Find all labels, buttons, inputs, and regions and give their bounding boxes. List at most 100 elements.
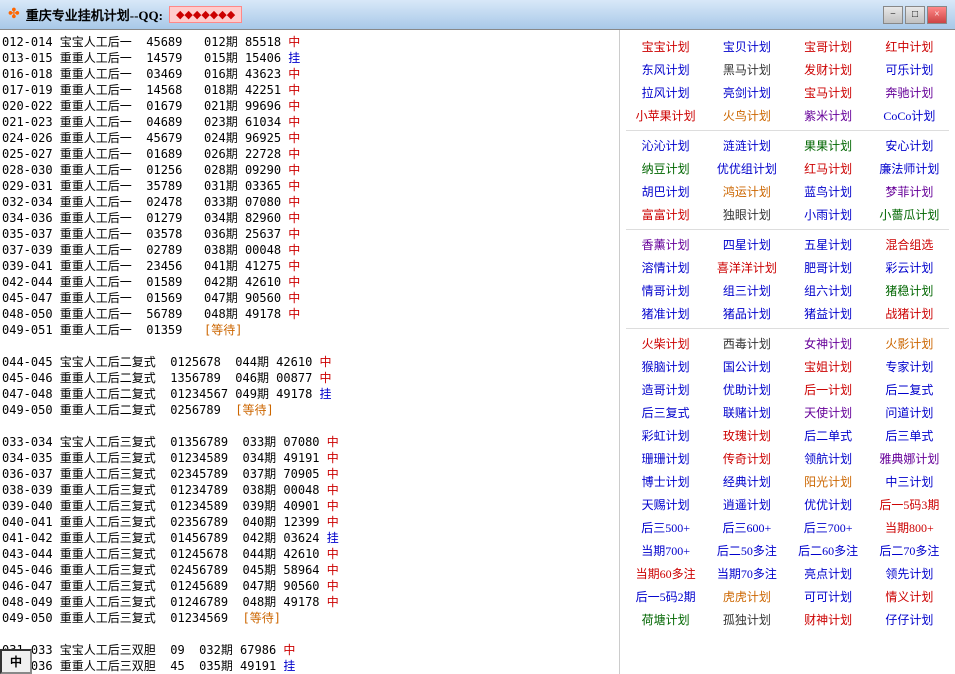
plan-item[interactable]: 联赌计划 [707, 402, 786, 423]
plan-item[interactable]: 天赐计划 [626, 494, 705, 515]
plan-item[interactable]: 后三700+ [789, 517, 868, 538]
plan-item[interactable]: 火鸟计划 [707, 105, 786, 126]
plan-item[interactable]: 宝马计划 [789, 82, 868, 103]
plan-item[interactable]: 火影计划 [870, 333, 949, 354]
plan-item[interactable]: 经典计划 [707, 471, 786, 492]
plan-item[interactable]: 蓝鸟计划 [789, 181, 868, 202]
plan-item[interactable]: 纳豆计划 [626, 158, 705, 179]
maximize-button[interactable]: □ [905, 6, 925, 24]
plan-item[interactable]: 中三计划 [870, 471, 949, 492]
plan-item[interactable]: 小苹果计划 [626, 105, 705, 126]
plan-item[interactable]: 女神计划 [789, 333, 868, 354]
plan-item[interactable]: 阳光计划 [789, 471, 868, 492]
plan-item[interactable]: 战猪计划 [870, 303, 949, 324]
plan-item[interactable]: 亮剑计划 [707, 82, 786, 103]
plan-item[interactable]: 国公计划 [707, 356, 786, 377]
plan-item[interactable]: 荷塘计划 [626, 609, 705, 630]
plan-item[interactable]: 孤独计划 [707, 609, 786, 630]
plan-item[interactable]: 后二60多注 [789, 540, 868, 561]
plan-item[interactable]: 富富计划 [626, 204, 705, 225]
plan-item[interactable]: 宝宝计划 [626, 36, 705, 57]
plan-item[interactable]: 四星计划 [707, 234, 786, 255]
plan-item[interactable]: 后三单式 [870, 425, 949, 446]
plan-item[interactable]: 涟涟计划 [707, 135, 786, 156]
plan-item[interactable]: 珊珊计划 [626, 448, 705, 469]
plan-item[interactable]: 猪益计划 [789, 303, 868, 324]
plan-item[interactable]: 专家计划 [870, 356, 949, 377]
plan-item[interactable]: 果果计划 [789, 135, 868, 156]
plan-item[interactable]: 黑马计划 [707, 59, 786, 80]
plan-item[interactable]: 后一计划 [789, 379, 868, 400]
plan-item[interactable]: 天使计划 [789, 402, 868, 423]
plan-item[interactable]: 当期70多注 [707, 563, 786, 584]
plan-item[interactable]: 宝姐计划 [789, 356, 868, 377]
plan-item[interactable]: 独眼计划 [707, 204, 786, 225]
plan-item[interactable]: 猴脑计划 [626, 356, 705, 377]
plan-item[interactable]: 情义计划 [870, 586, 949, 607]
plan-item[interactable]: 当期60多注 [626, 563, 705, 584]
close-button[interactable]: × [927, 6, 947, 24]
plan-item[interactable]: 猪稳计划 [870, 280, 949, 301]
left-panel-inner[interactable]: 012-014 宝宝人工后一 45689 012期 85518 中 013-01… [0, 30, 619, 674]
plan-item[interactable]: 后二50多注 [707, 540, 786, 561]
plan-item[interactable]: 当期800+ [870, 517, 949, 538]
plan-item[interactable]: 优助计划 [707, 379, 786, 400]
plan-item[interactable]: 鸿运计划 [707, 181, 786, 202]
plan-item[interactable]: 后一5码2期 [626, 586, 705, 607]
plan-item[interactable]: CoCo计划 [870, 105, 949, 126]
plan-item[interactable]: 廉法师计划 [870, 158, 949, 179]
plan-item[interactable]: 胡巴计划 [626, 181, 705, 202]
plan-item[interactable]: 宝贝计划 [707, 36, 786, 57]
plan-item[interactable]: 火柴计划 [626, 333, 705, 354]
plan-item[interactable]: 小雨计划 [789, 204, 868, 225]
plan-item[interactable]: 造哥计划 [626, 379, 705, 400]
plan-item[interactable]: 情哥计划 [626, 280, 705, 301]
plan-item[interactable]: 可乐计划 [870, 59, 949, 80]
plan-item[interactable]: 领先计划 [870, 563, 949, 584]
plan-item[interactable]: 优优计划 [789, 494, 868, 515]
plan-item[interactable]: 小薔瓜计划 [870, 204, 949, 225]
plan-item[interactable]: 问道计划 [870, 402, 949, 423]
plan-item[interactable]: 沁沁计划 [626, 135, 705, 156]
plan-item[interactable]: 可可计划 [789, 586, 868, 607]
plan-item[interactable]: 混合组选 [870, 234, 949, 255]
plan-item[interactable]: 后一5码3期 [870, 494, 949, 515]
plan-item[interactable]: 仔仔计划 [870, 609, 949, 630]
plan-item[interactable]: 西毒计划 [707, 333, 786, 354]
plan-item[interactable]: 喜洋洋计划 [707, 257, 786, 278]
plan-item[interactable]: 猪品计划 [707, 303, 786, 324]
plan-item[interactable]: 拉风计划 [626, 82, 705, 103]
plan-item[interactable]: 香薰计划 [626, 234, 705, 255]
plan-item[interactable]: 领航计划 [789, 448, 868, 469]
plan-item[interactable]: 紫米计划 [789, 105, 868, 126]
plan-item[interactable]: 东风计划 [626, 59, 705, 80]
plan-item[interactable]: 后三复式 [626, 402, 705, 423]
plan-item[interactable]: 发财计划 [789, 59, 868, 80]
right-panel[interactable]: 宝宝计划宝贝计划宝哥计划红中计划东风计划黑马计划发财计划可乐计划拉风计划亮剑计划… [620, 30, 955, 674]
plan-item[interactable]: 虎虎计划 [707, 586, 786, 607]
plan-item[interactable]: 亮点计划 [789, 563, 868, 584]
plan-item[interactable]: 五星计划 [789, 234, 868, 255]
plan-item[interactable]: 优优组计划 [707, 158, 786, 179]
plan-item[interactable]: 肥哥计划 [789, 257, 868, 278]
plan-item[interactable]: 玫瑰计划 [707, 425, 786, 446]
plan-item[interactable]: 传奇计划 [707, 448, 786, 469]
plan-item[interactable]: 博士计划 [626, 471, 705, 492]
plan-item[interactable]: 后二复式 [870, 379, 949, 400]
plan-item[interactable]: 当期700+ [626, 540, 705, 561]
plan-item[interactable]: 逍遥计划 [707, 494, 786, 515]
plan-item[interactable]: 财神计划 [789, 609, 868, 630]
plan-item[interactable]: 红中计划 [870, 36, 949, 57]
plan-item[interactable]: 组三计划 [707, 280, 786, 301]
plan-item[interactable]: 红马计划 [789, 158, 868, 179]
plan-item[interactable]: 宝哥计划 [789, 36, 868, 57]
plan-item[interactable]: 安心计划 [870, 135, 949, 156]
plan-item[interactable]: 奔驰计划 [870, 82, 949, 103]
plan-item[interactable]: 组六计划 [789, 280, 868, 301]
plan-item[interactable]: 后三500+ [626, 517, 705, 538]
plan-item[interactable]: 猪准计划 [626, 303, 705, 324]
plan-item[interactable]: 雅典娜计划 [870, 448, 949, 469]
plan-item[interactable]: 溶情计划 [626, 257, 705, 278]
plan-item[interactable]: 彩云计划 [870, 257, 949, 278]
minimize-button[interactable]: − [883, 6, 903, 24]
